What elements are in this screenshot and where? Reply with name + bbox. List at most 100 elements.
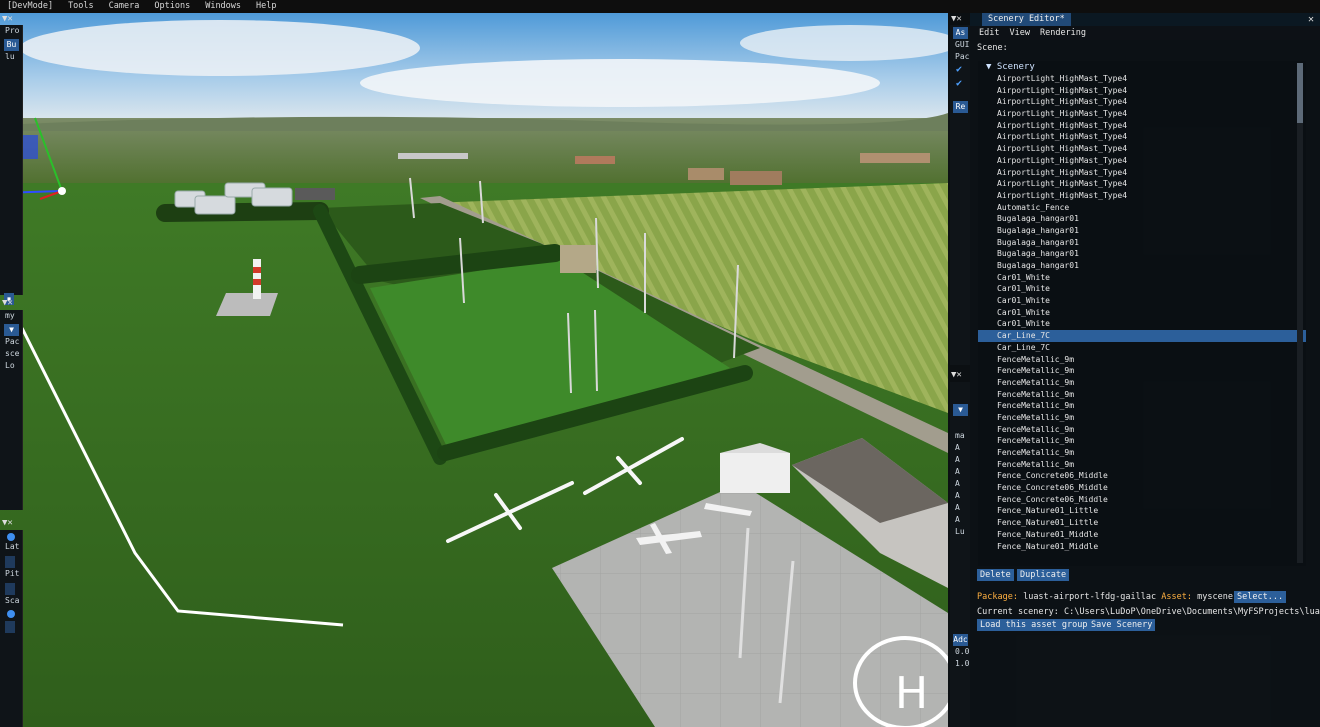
scene-tree-item[interactable]: FenceMetallic_9m bbox=[978, 424, 1306, 436]
scene-tree[interactable]: ▼ Scenery AirportLight_HighMast_Type4 Air… bbox=[978, 61, 1306, 566]
left-panel-middle-header[interactable]: ▼✕ bbox=[2, 298, 13, 308]
helipad-letter: H bbox=[895, 668, 928, 719]
scene-tree-item[interactable]: Bugalaga_hangar01 bbox=[978, 248, 1306, 260]
scene-tree-item[interactable]: Car01_White bbox=[978, 318, 1306, 330]
scene-tree-item[interactable]: Bugalaga_hangar01 bbox=[978, 213, 1306, 225]
scene-tree-item[interactable]: Car_Line_7C bbox=[978, 330, 1306, 342]
scene-tree-item[interactable]: AirportLight_HighMast_Type4 bbox=[978, 85, 1306, 97]
scenery-editor-tab[interactable]: Scenery Editor* bbox=[982, 13, 1071, 26]
left-panel-build-button[interactable]: Bu bbox=[4, 39, 19, 51]
scene-tree-item[interactable]: FenceMetallic_9m bbox=[978, 389, 1306, 401]
scene-tree-item[interactable]: Bugalaga_hangar01 bbox=[978, 225, 1306, 237]
left-panel-pit-label: Pit bbox=[5, 569, 20, 578]
left-panel-lu-label: lu bbox=[5, 52, 15, 61]
right-strip-a-label-6: A bbox=[955, 503, 960, 512]
scene-tree-item[interactable]: Fence_Nature01_Middle bbox=[978, 529, 1306, 541]
package-key: Package: bbox=[977, 592, 1018, 602]
scene-tree-item[interactable]: FenceMetallic_9m bbox=[978, 447, 1306, 459]
scene-tree-item[interactable]: Car_Line_7C bbox=[978, 342, 1306, 354]
left-panel-slider-2[interactable] bbox=[5, 583, 15, 595]
scene-tree-item[interactable]: AirportLight_HighMast_Type4 bbox=[978, 178, 1306, 190]
menu-windows[interactable]: Windows bbox=[198, 0, 249, 13]
scene-tree-item[interactable]: AirportLight_HighMast_Type4 bbox=[978, 155, 1306, 167]
left-panel-bottom-header[interactable]: ▼✕ bbox=[2, 518, 13, 528]
right-strip-check-1[interactable]: ✔ bbox=[950, 63, 970, 77]
menu-devmode[interactable]: [DevMode] bbox=[0, 0, 61, 13]
save-scenery-button[interactable]: Save Scenery bbox=[1088, 619, 1156, 631]
right-strip-a-label-3: A bbox=[955, 467, 960, 476]
scene-tree-root-label: Scenery bbox=[996, 62, 1035, 72]
menu-edit[interactable]: Edit bbox=[979, 26, 999, 40]
left-panel-lat-label: Lat bbox=[5, 542, 20, 551]
right-strip-add-button[interactable]: Adc bbox=[953, 634, 968, 646]
right-strip-re-button[interactable]: Re bbox=[953, 101, 968, 113]
scene-tree-item[interactable]: Car01_White bbox=[978, 272, 1306, 284]
select-asset-button[interactable]: Select... bbox=[1234, 591, 1287, 603]
scene-tree-item[interactable]: Bugalaga_hangar01 bbox=[978, 260, 1306, 272]
scenery-editor-window: Scenery Editor* ✕ Edit View Rendering Sc… bbox=[970, 13, 1320, 727]
scene-tree-item[interactable]: AirportLight_HighMast_Type4 bbox=[978, 131, 1306, 143]
scene-tree-item[interactable]: Bugalaga_hangar01 bbox=[978, 237, 1306, 249]
scene-tree-item[interactable]: Fence_Nature01_Middle bbox=[978, 541, 1306, 553]
scene-tree-item[interactable]: Fence_Concrete06_Middle bbox=[978, 470, 1306, 482]
scene-tree-item[interactable]: AirportLight_HighMast_Type4 bbox=[978, 108, 1306, 120]
scene-tree-item[interactable]: FenceMetallic_9m bbox=[978, 365, 1306, 377]
scrollbar-thumb[interactable] bbox=[1297, 63, 1303, 123]
right-strip-gui-label: GUI bbox=[955, 40, 970, 49]
menu-tools[interactable]: Tools bbox=[61, 0, 102, 13]
left-panel-slider-3[interactable] bbox=[5, 621, 15, 633]
scene-tree-item[interactable]: Fence_Concrete06_Middle bbox=[978, 494, 1306, 506]
menubar: [DevMode] Tools Camera Options Windows H… bbox=[0, 0, 1320, 13]
scenery-editor-menu: Edit View Rendering bbox=[970, 26, 1320, 40]
left-panel-top-header[interactable]: ▼✕ bbox=[2, 14, 13, 24]
right-strip-as-button[interactable]: As bbox=[953, 27, 968, 39]
scene-tree-item[interactable]: FenceMetallic_9m bbox=[978, 435, 1306, 447]
scene-tree-item[interactable]: FenceMetallic_9m bbox=[978, 354, 1306, 366]
scene-tree-root[interactable]: ▼ Scenery bbox=[978, 61, 1306, 73]
scene-tree-item[interactable]: Automatic_Fence bbox=[978, 202, 1306, 214]
duplicate-button[interactable]: Duplicate bbox=[1017, 569, 1070, 581]
right-strip-bottom-header[interactable]: ▼✕ bbox=[951, 370, 962, 380]
menu-help[interactable]: Help bbox=[249, 0, 284, 13]
scene-tree-item[interactable]: FenceMetallic_9m bbox=[978, 400, 1306, 412]
scene-tree-item[interactable]: AirportLight_HighMast_Type4 bbox=[978, 143, 1306, 155]
scene-tree-item[interactable]: FenceMetallic_9m bbox=[978, 412, 1306, 424]
3d-viewport[interactable]: H bbox=[0, 13, 948, 727]
scene-tree-item[interactable]: Fence_Nature01_Little bbox=[978, 517, 1306, 529]
scene-tree-item[interactable]: AirportLight_HighMast_Type4 bbox=[978, 96, 1306, 108]
left-panel-slider-1[interactable] bbox=[5, 556, 15, 568]
right-strip-top-header[interactable]: ▼✕ bbox=[951, 14, 962, 24]
scene-tree-item[interactable]: Car01_White bbox=[978, 307, 1306, 319]
load-asset-group-button[interactable]: Load this asset group bbox=[977, 619, 1091, 631]
close-icon[interactable]: ✕ bbox=[1308, 14, 1314, 25]
right-strip-a-label-7: A bbox=[955, 515, 960, 524]
left-panel-bottom: Lat Pit Sca bbox=[0, 530, 23, 727]
right-strip-value-0: 0.0 bbox=[955, 647, 970, 656]
scene-tree-item[interactable]: AirportLight_HighMast_Type4 bbox=[978, 120, 1306, 132]
scenery-editor-titlebar[interactable]: Scenery Editor* ✕ bbox=[970, 13, 1320, 26]
menu-options[interactable]: Options bbox=[147, 0, 198, 13]
right-strip-dropdown-button[interactable]: ▼ bbox=[953, 404, 968, 416]
menu-rendering[interactable]: Rendering bbox=[1040, 26, 1086, 40]
right-strip-value-1: 1.0 bbox=[955, 659, 970, 668]
scene-tree-item[interactable]: Car01_White bbox=[978, 283, 1306, 295]
scene-tree-item[interactable]: Fence_Concrete06_Middle bbox=[978, 482, 1306, 494]
left-panel-radio-1[interactable] bbox=[7, 533, 15, 541]
scene-tree-item[interactable]: AirportLight_HighMast_Type4 bbox=[978, 167, 1306, 179]
scene-tree-item[interactable]: Car01_White bbox=[978, 295, 1306, 307]
right-strip-check-2[interactable]: ✔ bbox=[950, 77, 970, 91]
scene-tree-item[interactable]: Fence_Nature01_Little bbox=[978, 505, 1306, 517]
left-panel-dropdown-button[interactable]: ▼ bbox=[4, 324, 19, 336]
scene-tree-scrollbar[interactable] bbox=[1297, 63, 1303, 563]
scene-tree-item[interactable]: AirportLight_HighMast_Type4 bbox=[978, 73, 1306, 85]
left-panel-radio-2[interactable] bbox=[7, 610, 15, 618]
menu-view[interactable]: View bbox=[1009, 26, 1029, 40]
scene-tree-item[interactable]: FenceMetallic_9m bbox=[978, 459, 1306, 471]
delete-button[interactable]: Delete bbox=[977, 569, 1014, 581]
scene-render: H bbox=[0, 13, 948, 727]
scene-tree-item[interactable]: AirportLight_HighMast_Type4 bbox=[978, 190, 1306, 202]
left-panel-middle-label-3[interactable]: Lo bbox=[0, 360, 22, 372]
chevron-down-icon[interactable]: ▼ bbox=[986, 62, 997, 72]
scene-tree-item[interactable]: FenceMetallic_9m bbox=[978, 377, 1306, 389]
menu-camera[interactable]: Camera bbox=[102, 0, 148, 13]
